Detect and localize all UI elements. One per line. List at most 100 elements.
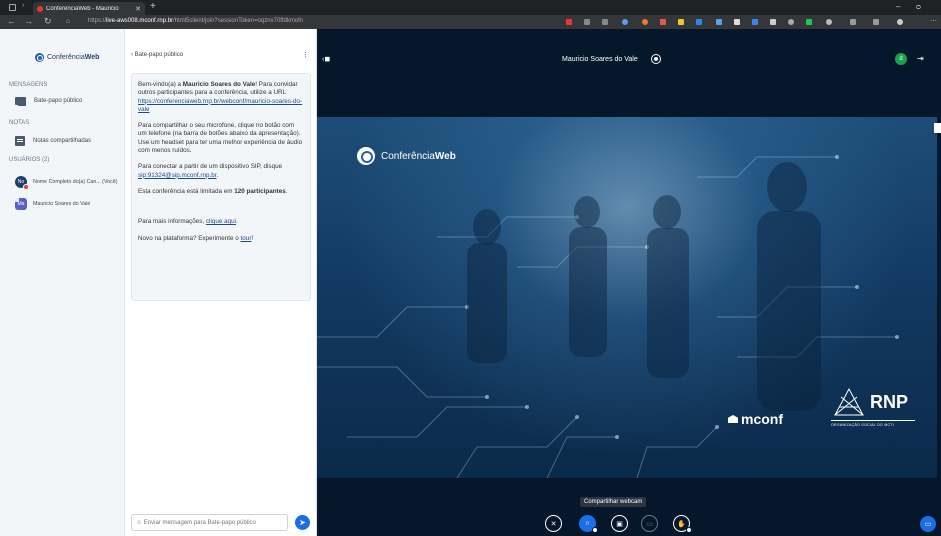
welcome-message: Bem-vindo(a) a Mauricio Soares do Vale! …: [131, 73, 311, 301]
extension-icon[interactable]: [622, 19, 628, 25]
record-favicon-icon: [37, 5, 43, 12]
browser-tab[interactable]: ConferênciaWeb - Mauricio ✕: [33, 2, 145, 15]
welcome-audio: Para compartilhar o seu microfone, cliqu…: [138, 122, 303, 155]
conferenciaweb-logo-icon: [35, 53, 44, 62]
extension-icon[interactable]: [770, 19, 776, 25]
extension-icon[interactable]: [788, 19, 794, 25]
public-chat-panel: ‹ Bate-papo público ⋮ Bem-vindo(a) a Mau…: [125, 29, 317, 536]
public-chat-label: Bate-papo público: [34, 98, 83, 104]
rnp-emblem-icon: [834, 387, 864, 416]
favorites-bar-icon[interactable]: [850, 19, 856, 25]
forward-icon[interactable]: →: [24, 16, 33, 26]
share-webcam-button[interactable]: ▣: [611, 515, 628, 532]
recording-indicator-icon[interactable]: [651, 54, 661, 64]
presentation-slide: ConferênciaWeb mconf RNP ORGANIZAÇÃO SOC…: [317, 117, 937, 478]
rnp-logo: RNP ORGANIZAÇÃO SOCIAL DO MCTI: [831, 387, 915, 427]
more-info-link[interactable]: clique aqui: [206, 218, 236, 225]
tab-actions-icon[interactable]: [9, 4, 16, 11]
url-field[interactable]: https://live-aws008.mconf.rnp.br/html5cl…: [88, 18, 303, 24]
chat-close-header[interactable]: ‹ Bate-papo público: [131, 52, 183, 58]
audio-options-icon[interactable]: [592, 527, 598, 533]
messages-section-header: MENSAGENS: [9, 82, 48, 88]
sip-link[interactable]: sip:91324@sip.mconf.rnp.br: [138, 172, 217, 179]
chat-message-input[interactable]: ☺ Enviar mensagem para Bate-papo público: [131, 514, 288, 531]
avatar: No: [15, 176, 29, 190]
send-message-button[interactable]: ➤: [295, 515, 310, 530]
close-tab-icon[interactable]: ✕: [135, 5, 141, 13]
extension-icon[interactable]: [806, 19, 812, 25]
slide-conferenciaweb-logo: ConferênciaWeb: [357, 147, 456, 165]
browser-tab-bar: › ConferênciaWeb - Mauricio ✕ + – ᴑ: [0, 0, 941, 15]
chat-options-icon[interactable]: ⋮: [302, 51, 309, 59]
profile-icon[interactable]: [897, 19, 903, 25]
back-icon[interactable]: ←: [7, 16, 16, 26]
chat-icon: [15, 97, 26, 106]
read-aloud-icon[interactable]: [584, 19, 590, 25]
screen-share-icon: ▭: [646, 520, 653, 528]
reactions-options-icon[interactable]: [686, 527, 692, 533]
share-webcam-tooltip: Compartilhar webcam: [580, 497, 647, 507]
welcome-info: Para mais informações, clique aqui.: [138, 218, 238, 226]
hand-icon: ✋: [677, 520, 686, 528]
collections-icon[interactable]: [873, 19, 879, 25]
menu-icon[interactable]: ⋯: [930, 17, 937, 25]
reload-icon[interactable]: ↻: [44, 16, 52, 27]
favorite-icon[interactable]: [602, 19, 608, 25]
avatar: Ma: [15, 198, 27, 210]
minimize-icon[interactable]: –: [896, 2, 900, 11]
user-name: Mauricio Soares do Vale: [33, 201, 91, 207]
welcome-tour: Novo na plataforma? Experimente o tour!: [138, 234, 254, 242]
tour-link[interactable]: tour: [241, 235, 252, 242]
restore-icon[interactable]: ᴑ: [916, 2, 921, 11]
mute-microphone-button[interactable]: ✕: [545, 515, 562, 532]
emoji-icon[interactable]: ☺: [136, 520, 144, 526]
muted-mic-icon: ✕: [550, 520, 557, 528]
presentation-options-button[interactable]: [934, 123, 941, 133]
audio-headphone-button[interactable]: ∩: [579, 515, 598, 533]
extension-icon[interactable]: [678, 19, 684, 25]
extension-icon[interactable]: [734, 19, 740, 25]
tab-scroll-icon[interactable]: ›: [22, 2, 24, 9]
muted-mic-icon: [23, 184, 29, 190]
extension-icon[interactable]: [660, 19, 666, 25]
moderator-icon: [15, 198, 19, 202]
welcome-invite: Bem-vindo(a) a Mauricio Soares do Vale! …: [138, 81, 303, 113]
welcome-sip: Para conectar a partir de um dispositivo…: [138, 163, 283, 179]
extension-icon[interactable]: [752, 19, 758, 25]
users-section-header: USUÁRIOS (2): [9, 157, 50, 163]
brand-logo: ConferênciaWeb: [35, 53, 99, 62]
user-list-panel: ConferênciaWeb MENSAGENS Bate-papo públi…: [0, 29, 125, 536]
presentation-icon: ▭: [924, 521, 932, 528]
conference-url-link[interactable]: https://conferenciaweb.rnp.br/webconf/ma…: [138, 98, 302, 113]
toggle-presentation-button[interactable]: ▭: [920, 516, 936, 532]
extension-icon[interactable]: [696, 19, 702, 25]
lock-icon: ⌂: [66, 18, 71, 25]
presentation-area: ‹◼ Mauricio Soares do Vale d ⇥ Conferênc…: [317, 29, 941, 536]
webcam-icon: ▣: [616, 520, 623, 528]
share-screen-button[interactable]: ▭: [641, 515, 658, 532]
raise-hand-button[interactable]: ✋: [673, 515, 692, 533]
shared-notes-label: Notas compartilhadas: [33, 138, 92, 144]
extension-icon[interactable]: [642, 19, 648, 25]
notes-icon: [15, 136, 25, 146]
leave-session-icon[interactable]: ⇥: [917, 54, 924, 63]
tab-title: ConferênciaWeb - Mauricio: [46, 5, 119, 12]
rnp-subtitle: ORGANIZAÇÃO SOCIAL DO MCTI: [831, 420, 915, 427]
mconf-logo: mconf: [728, 411, 783, 427]
send-icon: ➤: [299, 518, 306, 527]
mconf-logo-icon: [728, 415, 738, 423]
shared-notes-item[interactable]: Notas compartilhadas: [15, 136, 91, 146]
toggle-user-list-icon[interactable]: ‹◼: [322, 55, 330, 63]
extension-icon[interactable]: [826, 19, 832, 25]
user-list-item[interactable]: No Nome Completo do(a) Can... (Você): [15, 176, 118, 190]
public-chat-item[interactable]: Bate-papo público: [15, 97, 83, 106]
connection-status-icon[interactable]: d: [895, 53, 907, 65]
welcome-limit: Esta conferência está limitada em 120 pa…: [138, 187, 288, 195]
extension-icon[interactable]: [716, 19, 722, 25]
new-tab-icon[interactable]: +: [150, 1, 156, 12]
headphone-icon: ∩: [584, 520, 591, 527]
notes-section-header: NOTAS: [9, 120, 30, 126]
user-list-item[interactable]: Ma Mauricio Soares do Vale: [15, 198, 90, 210]
camera-extension-icon[interactable]: [566, 19, 572, 25]
chat-title: Bate-papo público: [134, 52, 184, 58]
